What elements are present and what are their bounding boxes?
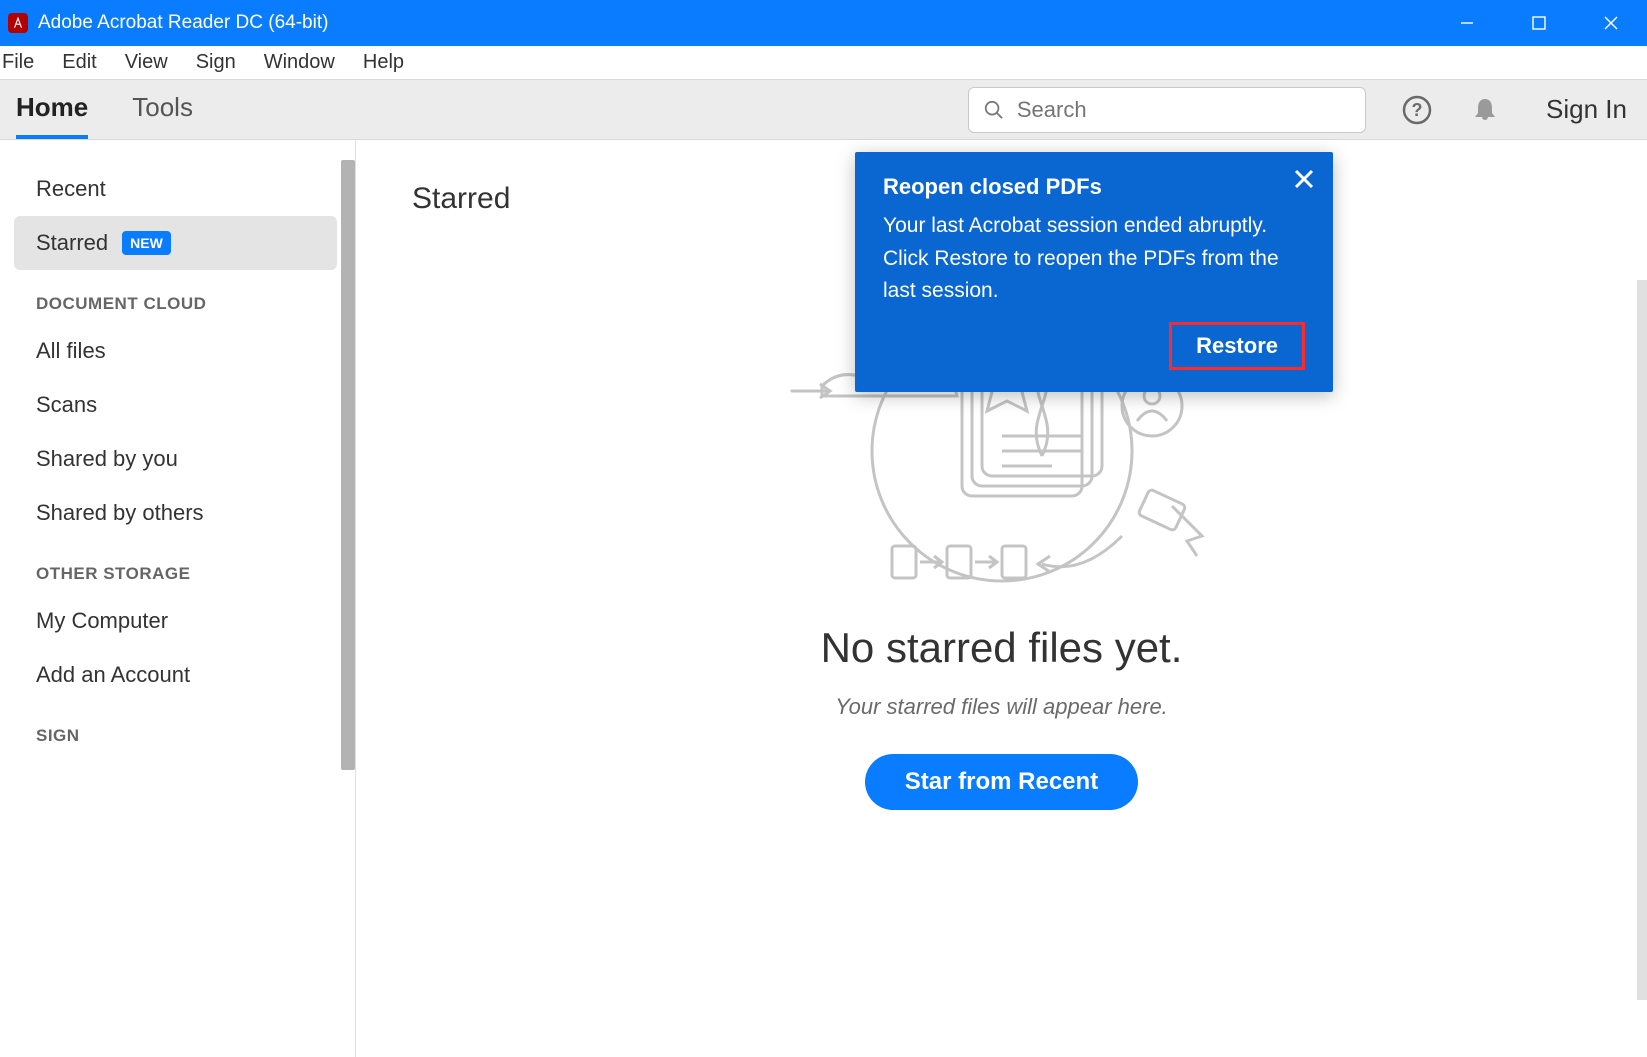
title-bar: Adobe Acrobat Reader DC (64-bit) bbox=[0, 0, 1647, 46]
popup-body: Your last Acrobat session ended abruptly… bbox=[883, 210, 1305, 308]
window-maximize-button[interactable] bbox=[1503, 0, 1575, 46]
notifications-button[interactable] bbox=[1468, 93, 1502, 127]
window-close-button[interactable] bbox=[1575, 0, 1647, 46]
sidebar-item-my-computer[interactable]: My Computer bbox=[0, 594, 355, 648]
acrobat-logo-icon bbox=[8, 13, 28, 33]
main-scrollbar[interactable] bbox=[1637, 280, 1647, 1000]
sidebar-item-shared-by-you[interactable]: Shared by you bbox=[0, 432, 355, 486]
help-icon: ? bbox=[1402, 95, 1432, 125]
close-icon bbox=[1293, 168, 1315, 190]
restore-button[interactable]: Restore bbox=[1169, 322, 1305, 370]
sign-in-link[interactable]: Sign In bbox=[1546, 94, 1627, 125]
menu-edit[interactable]: Edit bbox=[62, 51, 96, 74]
popup-title: Reopen closed PDFs bbox=[883, 174, 1305, 200]
search-icon bbox=[983, 98, 1005, 122]
empty-state-heading: No starred files yet. bbox=[821, 624, 1183, 672]
sidebar-heading-other-storage: OTHER STORAGE bbox=[0, 540, 355, 594]
tab-home[interactable]: Home bbox=[16, 80, 88, 139]
sidebar-item-all-files[interactable]: All files bbox=[0, 324, 355, 378]
sidebar-heading-document-cloud: DOCUMENT CLOUD bbox=[0, 270, 355, 324]
window-title: Adobe Acrobat Reader DC (64-bit) bbox=[38, 12, 1431, 34]
sidebar-scrollbar[interactable] bbox=[341, 160, 355, 770]
reopen-pdfs-popup: Reopen closed PDFs Your last Acrobat ses… bbox=[855, 152, 1333, 392]
empty-state-subtext: Your starred files will appear here. bbox=[835, 694, 1168, 720]
popup-close-button[interactable] bbox=[1293, 168, 1315, 195]
menu-sign[interactable]: Sign bbox=[196, 51, 236, 74]
menu-bar: File Edit View Sign Window Help bbox=[0, 46, 1647, 80]
new-badge: NEW bbox=[122, 231, 171, 255]
menu-file[interactable]: File bbox=[2, 51, 34, 74]
sidebar-item-label: Recent bbox=[36, 176, 106, 202]
menu-view[interactable]: View bbox=[125, 51, 168, 74]
sidebar-item-recent[interactable]: Recent bbox=[0, 162, 355, 216]
sidebar: Recent Starred NEW DOCUMENT CLOUD All fi… bbox=[0, 140, 356, 1057]
app-toolbar: Home Tools ? Sign In bbox=[0, 80, 1647, 140]
sidebar-item-starred[interactable]: Starred NEW bbox=[14, 216, 337, 270]
search-box[interactable] bbox=[968, 87, 1366, 133]
help-button[interactable]: ? bbox=[1400, 93, 1434, 127]
star-from-recent-button[interactable]: Star from Recent bbox=[865, 754, 1138, 810]
menu-window[interactable]: Window bbox=[264, 51, 335, 74]
svg-text:?: ? bbox=[1412, 100, 1423, 120]
sidebar-item-scans[interactable]: Scans bbox=[0, 378, 355, 432]
tab-tools[interactable]: Tools bbox=[132, 80, 193, 139]
search-input[interactable] bbox=[1017, 97, 1351, 123]
sidebar-heading-sign: SIGN bbox=[0, 702, 355, 756]
bell-icon bbox=[1470, 95, 1500, 125]
sidebar-item-add-account[interactable]: Add an Account bbox=[0, 648, 355, 702]
sidebar-item-label: Starred bbox=[36, 230, 108, 256]
window-minimize-button[interactable] bbox=[1431, 0, 1503, 46]
sidebar-item-shared-by-others[interactable]: Shared by others bbox=[0, 486, 355, 540]
menu-help[interactable]: Help bbox=[363, 51, 404, 74]
